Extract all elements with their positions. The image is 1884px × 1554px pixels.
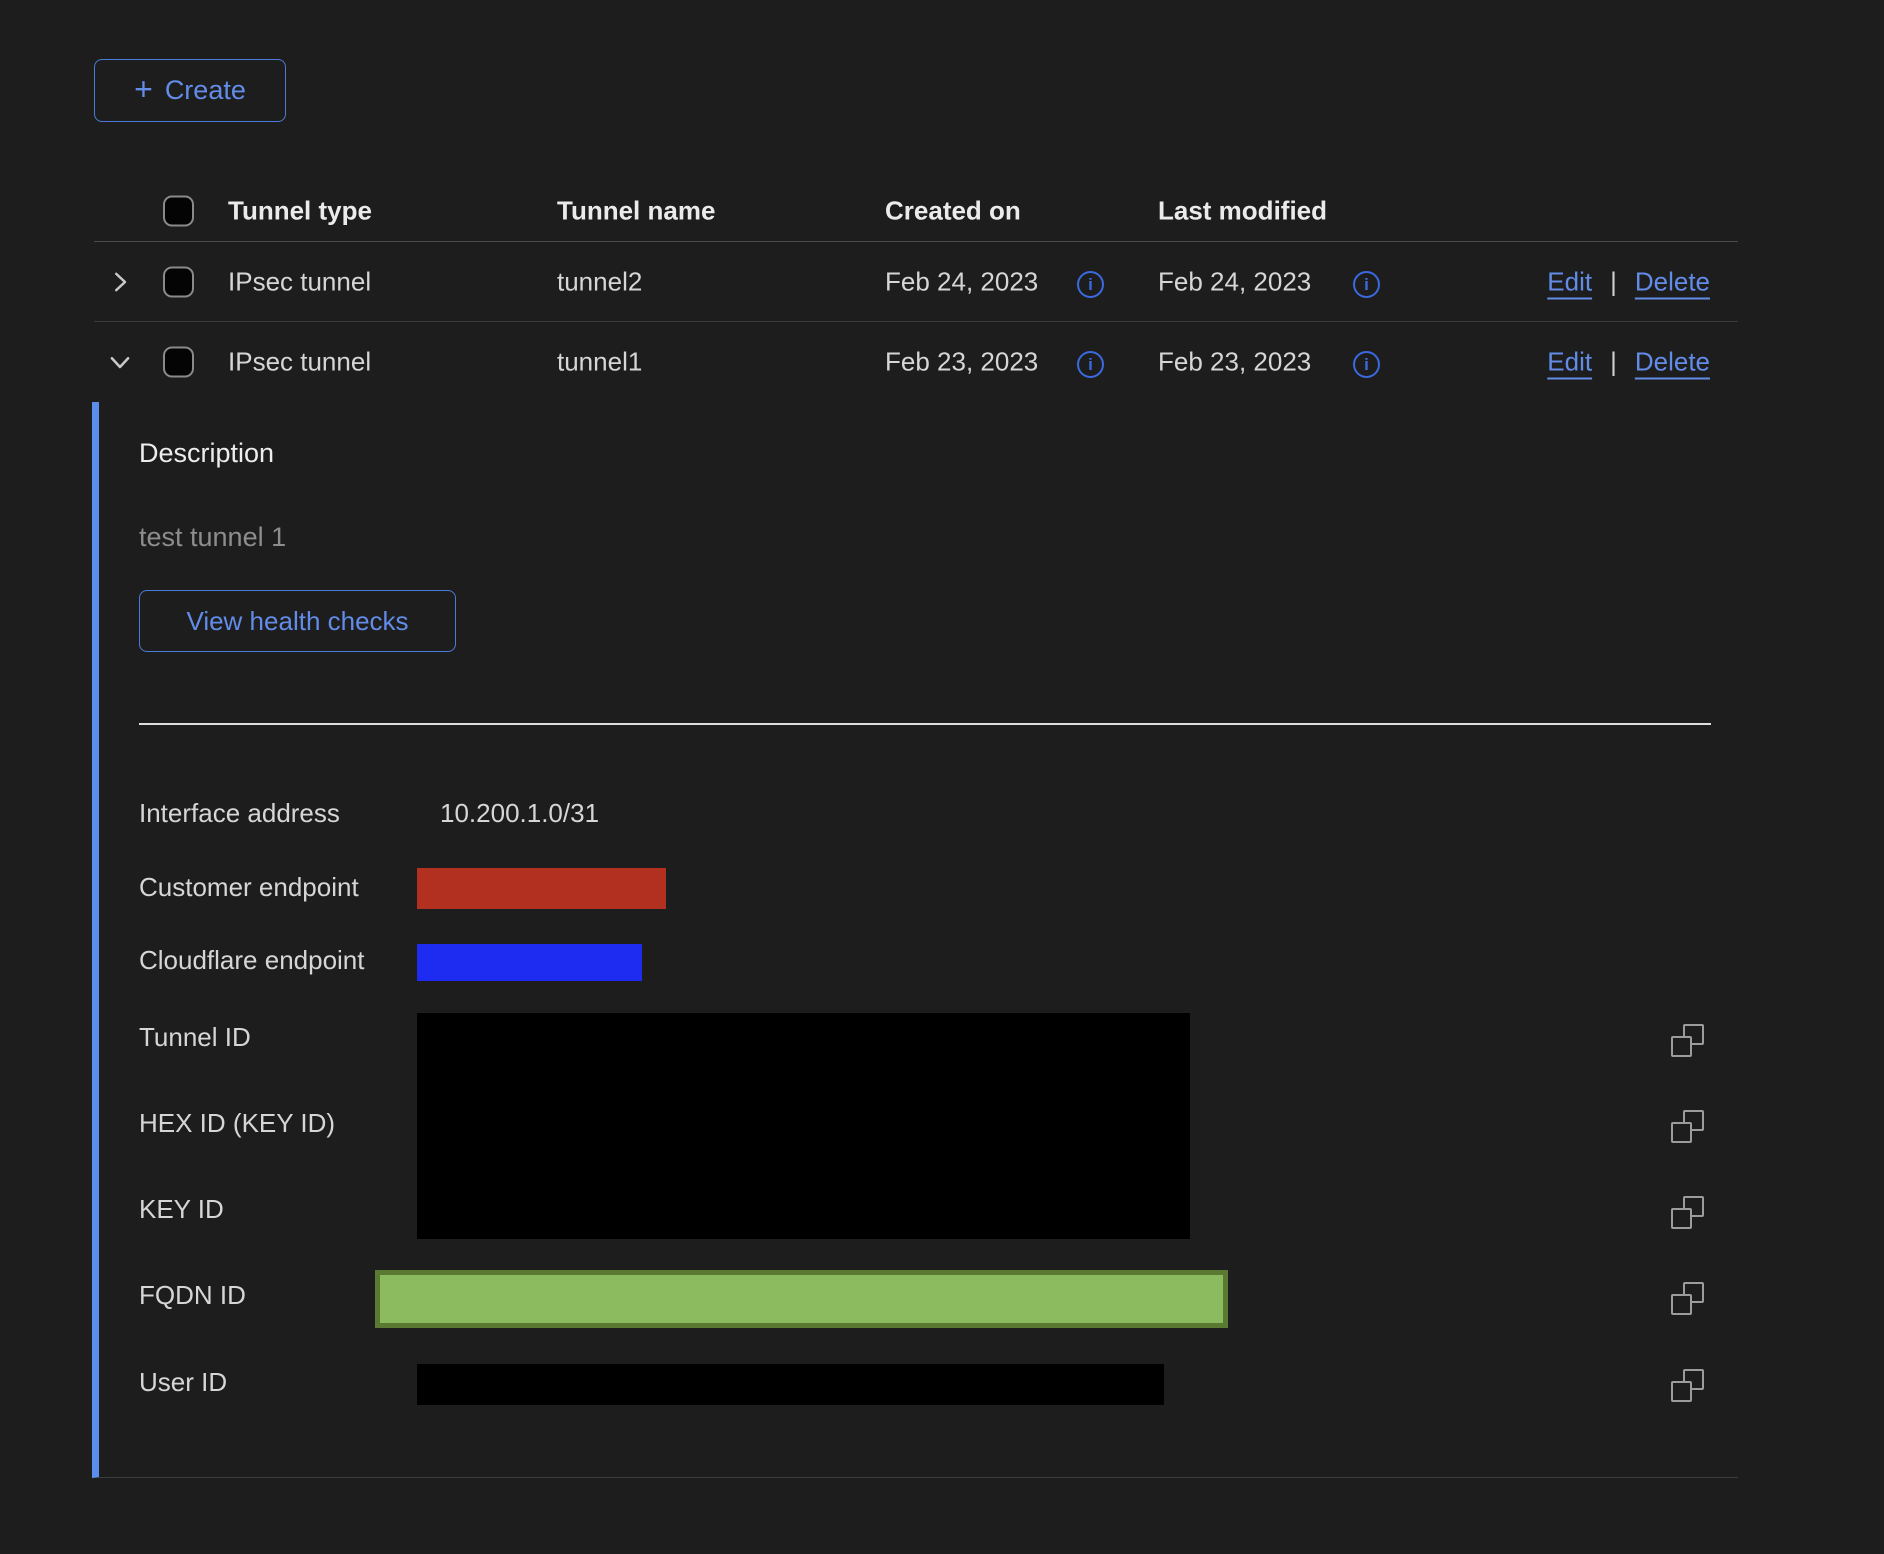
header-created-on: Created on: [885, 196, 1021, 227]
header-tunnel-name: Tunnel name: [557, 196, 715, 227]
description-text: test tunnel 1: [139, 522, 286, 553]
customer-endpoint-redacted-value: [417, 868, 666, 909]
select-all-checkbox[interactable]: [163, 196, 194, 227]
edit-link[interactable]: Edit: [1547, 266, 1592, 297]
table-row: IPsec tunnel tunnel1 Feb 23, 2023 i Feb …: [94, 322, 1738, 402]
key-id-label: KEY ID: [139, 1194, 224, 1225]
user-id-label: User ID: [139, 1367, 227, 1398]
last-modified-cell: Feb 24, 2023: [1158, 266, 1311, 297]
tunnel-name-cell: tunnel2: [557, 266, 642, 297]
chevron-right-icon: [105, 267, 135, 297]
expand-row-button[interactable]: [100, 262, 140, 302]
cloudflare-endpoint-label: Cloudflare endpoint: [139, 945, 365, 976]
action-separator: |: [1610, 347, 1617, 378]
info-icon[interactable]: i: [1353, 351, 1380, 378]
table-row: IPsec tunnel tunnel2 Feb 24, 2023 i Feb …: [94, 242, 1738, 322]
tunnel-id-label: Tunnel ID: [139, 1022, 251, 1053]
ids-redacted-value: [417, 1013, 1190, 1239]
copy-tunnel-id-button[interactable]: [1671, 1024, 1704, 1057]
tunnels-page: + Create Tunnel type Tunnel name Created…: [0, 0, 1884, 1554]
hex-id-label: HEX ID (KEY ID): [139, 1108, 335, 1139]
tunnel-type-cell: IPsec tunnel: [228, 266, 371, 297]
fqdn-id-label: FQDN ID: [139, 1280, 246, 1311]
description-heading: Description: [139, 438, 274, 469]
view-health-checks-button[interactable]: View health checks: [139, 590, 456, 652]
info-icon[interactable]: i: [1353, 271, 1380, 298]
created-on-cell: Feb 24, 2023: [885, 266, 1038, 297]
copy-user-id-button[interactable]: [1671, 1369, 1704, 1402]
header-tunnel-type: Tunnel type: [228, 196, 372, 227]
user-id-redacted-value: [417, 1364, 1164, 1405]
customer-endpoint-label: Customer endpoint: [139, 872, 359, 903]
tunnel-type-cell: IPsec tunnel: [228, 347, 371, 378]
header-last-modified: Last modified: [1158, 196, 1327, 227]
copy-key-id-button[interactable]: [1671, 1196, 1704, 1229]
interface-address-value: 10.200.1.0/31: [440, 798, 599, 829]
edit-link[interactable]: Edit: [1547, 347, 1592, 378]
tunnel-name-cell: tunnel1: [557, 347, 642, 378]
chevron-down-icon: [105, 347, 135, 377]
created-on-cell: Feb 23, 2023: [885, 347, 1038, 378]
section-divider: [139, 723, 1711, 725]
copy-fqdn-id-button[interactable]: [1671, 1282, 1704, 1315]
fqdn-id-redacted-value: [375, 1270, 1228, 1328]
create-button-label: Create: [165, 75, 246, 106]
tunnel-detail-panel: Description test tunnel 1 View health ch…: [92, 402, 1738, 1478]
delete-link[interactable]: Delete: [1635, 266, 1710, 297]
copy-hex-id-button[interactable]: [1671, 1110, 1704, 1143]
collapse-row-button[interactable]: [100, 342, 140, 382]
table-header-row: Tunnel type Tunnel name Created on Last …: [94, 181, 1738, 242]
interface-address-label: Interface address: [139, 798, 340, 829]
action-separator: |: [1610, 266, 1617, 297]
info-icon[interactable]: i: [1077, 271, 1104, 298]
delete-link[interactable]: Delete: [1635, 347, 1710, 378]
last-modified-cell: Feb 23, 2023: [1158, 347, 1311, 378]
plus-icon: +: [134, 73, 153, 105]
create-button[interactable]: + Create: [94, 59, 286, 122]
row-checkbox[interactable]: [163, 266, 194, 297]
info-icon[interactable]: i: [1077, 351, 1104, 378]
cloudflare-endpoint-redacted-value: [417, 944, 642, 981]
row-checkbox[interactable]: [163, 347, 194, 378]
